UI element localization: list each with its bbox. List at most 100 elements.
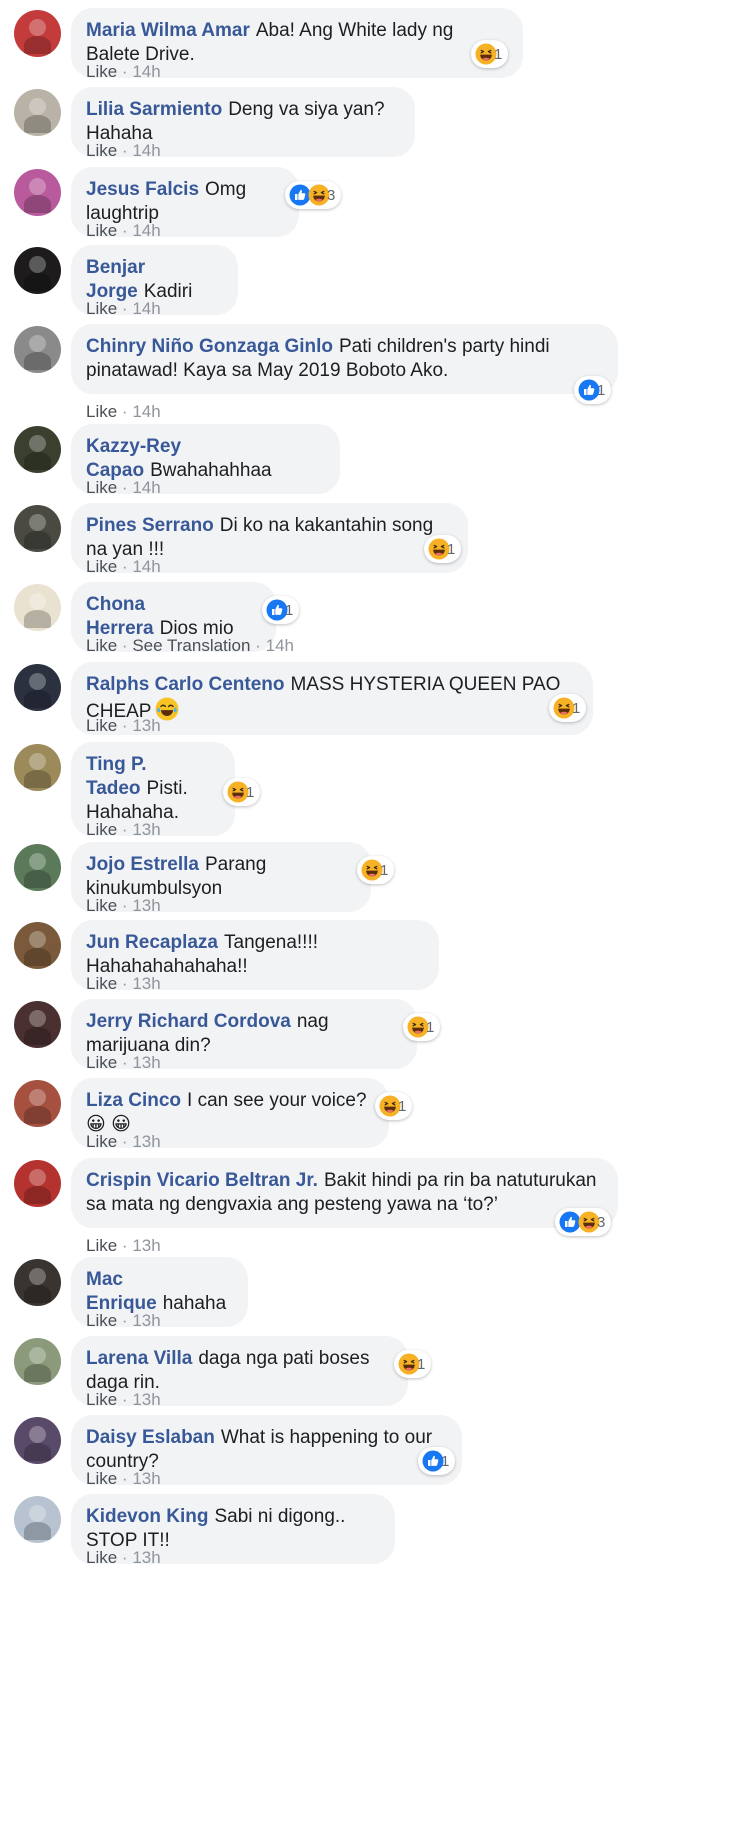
comment-author[interactable]: Benjar Jorge — [86, 257, 145, 302]
comment-actions: Like · 13h — [86, 716, 161, 736]
avatar[interactable] — [14, 1496, 61, 1543]
reaction-summary[interactable]: 1 — [424, 535, 462, 563]
separator: · — [121, 1469, 128, 1488]
comment-author[interactable]: Ralphs Carlo Centeno — [86, 674, 284, 695]
comment-timestamp[interactable]: 13h — [132, 1469, 160, 1488]
comment-timestamp[interactable]: 14h — [132, 141, 160, 160]
like-link[interactable]: Like — [86, 478, 117, 497]
avatar[interactable] — [14, 584, 61, 631]
avatar-body-shape — [24, 770, 51, 788]
reaction-summary[interactable]: 3 — [555, 1208, 612, 1236]
comment-timestamp[interactable]: 13h — [132, 1132, 160, 1151]
comment-author[interactable]: Jerry Richard Cordova — [86, 1011, 291, 1032]
avatar[interactable] — [14, 10, 61, 57]
reaction-summary[interactable]: 1 — [403, 1013, 441, 1041]
comment-author[interactable]: Jojo Estrella — [86, 854, 199, 875]
avatar[interactable] — [14, 169, 61, 216]
like-link[interactable]: Like — [86, 299, 117, 318]
like-link[interactable]: Like — [86, 221, 117, 240]
avatar[interactable] — [14, 1080, 61, 1127]
like-link[interactable]: Like — [86, 1390, 117, 1409]
avatar[interactable] — [14, 426, 61, 473]
comment-author[interactable]: Jun Recaplaza — [86, 932, 218, 953]
comment-author[interactable]: Pines Serrano — [86, 515, 214, 536]
avatar[interactable] — [14, 922, 61, 969]
like-link[interactable]: Like — [86, 636, 117, 655]
comment-timestamp[interactable]: 13h — [132, 716, 160, 735]
comment-timestamp[interactable]: 14h — [132, 402, 160, 421]
like-link[interactable]: Like — [86, 1236, 117, 1255]
like-link[interactable]: Like — [86, 1053, 117, 1072]
comment-author[interactable]: Crispin Vicario Beltran Jr. — [86, 1170, 318, 1191]
avatar[interactable] — [14, 326, 61, 373]
avatar-body-shape — [24, 452, 51, 470]
comment-timestamp[interactable]: 14h — [132, 478, 160, 497]
comment-actions: Like · 14h — [86, 557, 161, 577]
like-link[interactable]: Like — [86, 974, 117, 993]
reaction-summary[interactable]: 1 — [549, 694, 587, 722]
avatar[interactable] — [14, 664, 61, 711]
like-link[interactable]: Like — [86, 557, 117, 576]
comment-timestamp[interactable]: 13h — [132, 974, 160, 993]
comment-timestamp[interactable]: 13h — [132, 1390, 160, 1409]
reaction-summary[interactable]: 1 — [418, 1447, 456, 1475]
comment-timestamp[interactable]: 14h — [132, 557, 160, 576]
avatar[interactable] — [14, 744, 61, 791]
like-link[interactable]: Like — [86, 1132, 117, 1151]
comment-author[interactable]: Maria Wilma Amar — [86, 20, 250, 41]
avatar-body-shape — [24, 195, 51, 213]
reaction-count: 1 — [494, 45, 503, 63]
comment-author[interactable]: Larena Villa — [86, 1348, 192, 1369]
comment-author[interactable]: Jesus Falcis — [86, 179, 199, 200]
reaction-count: 3 — [597, 1213, 606, 1231]
like-link[interactable]: Like — [86, 820, 117, 839]
comment-author[interactable]: Lilia Sarmiento — [86, 99, 222, 120]
avatar[interactable] — [14, 1338, 61, 1385]
reaction-summary[interactable]: 1 — [471, 40, 509, 68]
comment-timestamp[interactable]: 14h — [266, 636, 294, 655]
like-link[interactable]: Like — [86, 716, 117, 735]
avatar[interactable] — [14, 505, 61, 552]
comment-bubble: Chinry Niño Gonzaga Ginlo Pati children's… — [71, 324, 618, 394]
reaction-count: 3 — [327, 186, 336, 204]
like-link[interactable]: Like — [86, 896, 117, 915]
comment-timestamp[interactable]: 13h — [132, 1548, 160, 1567]
comment-timestamp[interactable]: 13h — [132, 1053, 160, 1072]
avatar[interactable] — [14, 1001, 61, 1048]
reaction-summary[interactable]: 1 — [394, 1350, 432, 1378]
reaction-summary[interactable]: 3 — [285, 181, 342, 209]
reaction-summary[interactable]: 1 — [223, 778, 261, 806]
like-link[interactable]: Like — [86, 1469, 117, 1488]
comment-author[interactable]: Chona Herrera — [86, 594, 154, 639]
reaction-summary[interactable]: 1 — [375, 1092, 413, 1120]
comment-timestamp[interactable]: 14h — [132, 221, 160, 240]
avatar[interactable] — [14, 844, 61, 891]
comment-timestamp[interactable]: 13h — [132, 1236, 160, 1255]
comment-timestamp[interactable]: 13h — [132, 820, 160, 839]
like-link[interactable]: Like — [86, 141, 117, 160]
comment-author[interactable]: Liza Cinco — [86, 1090, 181, 1111]
avatar[interactable] — [14, 1160, 61, 1207]
reaction-summary[interactable]: 1 — [357, 856, 395, 884]
avatar[interactable] — [14, 247, 61, 294]
like-link[interactable]: Like — [86, 1311, 117, 1330]
avatar-face-shape — [29, 593, 46, 610]
comment-timestamp[interactable]: 14h — [132, 62, 160, 81]
comment-author[interactable]: Daisy Eslaban — [86, 1427, 215, 1448]
like-link[interactable]: Like — [86, 402, 117, 421]
reaction-summary[interactable]: 1 — [262, 596, 300, 624]
like-link[interactable]: Like — [86, 1548, 117, 1567]
comment-author[interactable]: Chinry Niño Gonzaga Ginlo — [86, 336, 333, 357]
avatar[interactable] — [14, 89, 61, 136]
comment-author[interactable]: Mac Enrique — [86, 1269, 157, 1314]
comment-author[interactable]: Kidevon King — [86, 1506, 208, 1527]
comment-timestamp[interactable]: 13h — [132, 1311, 160, 1330]
see-translation-link[interactable]: See Translation — [132, 636, 250, 655]
like-link[interactable]: Like — [86, 62, 117, 81]
comment-timestamp[interactable]: 14h — [132, 299, 160, 318]
comment-timestamp[interactable]: 13h — [132, 896, 160, 915]
reaction-summary[interactable]: 1 — [574, 376, 612, 404]
avatar[interactable] — [14, 1417, 61, 1464]
avatar[interactable] — [14, 1259, 61, 1306]
comment-author[interactable]: Ting P. Tadeo — [86, 754, 147, 799]
